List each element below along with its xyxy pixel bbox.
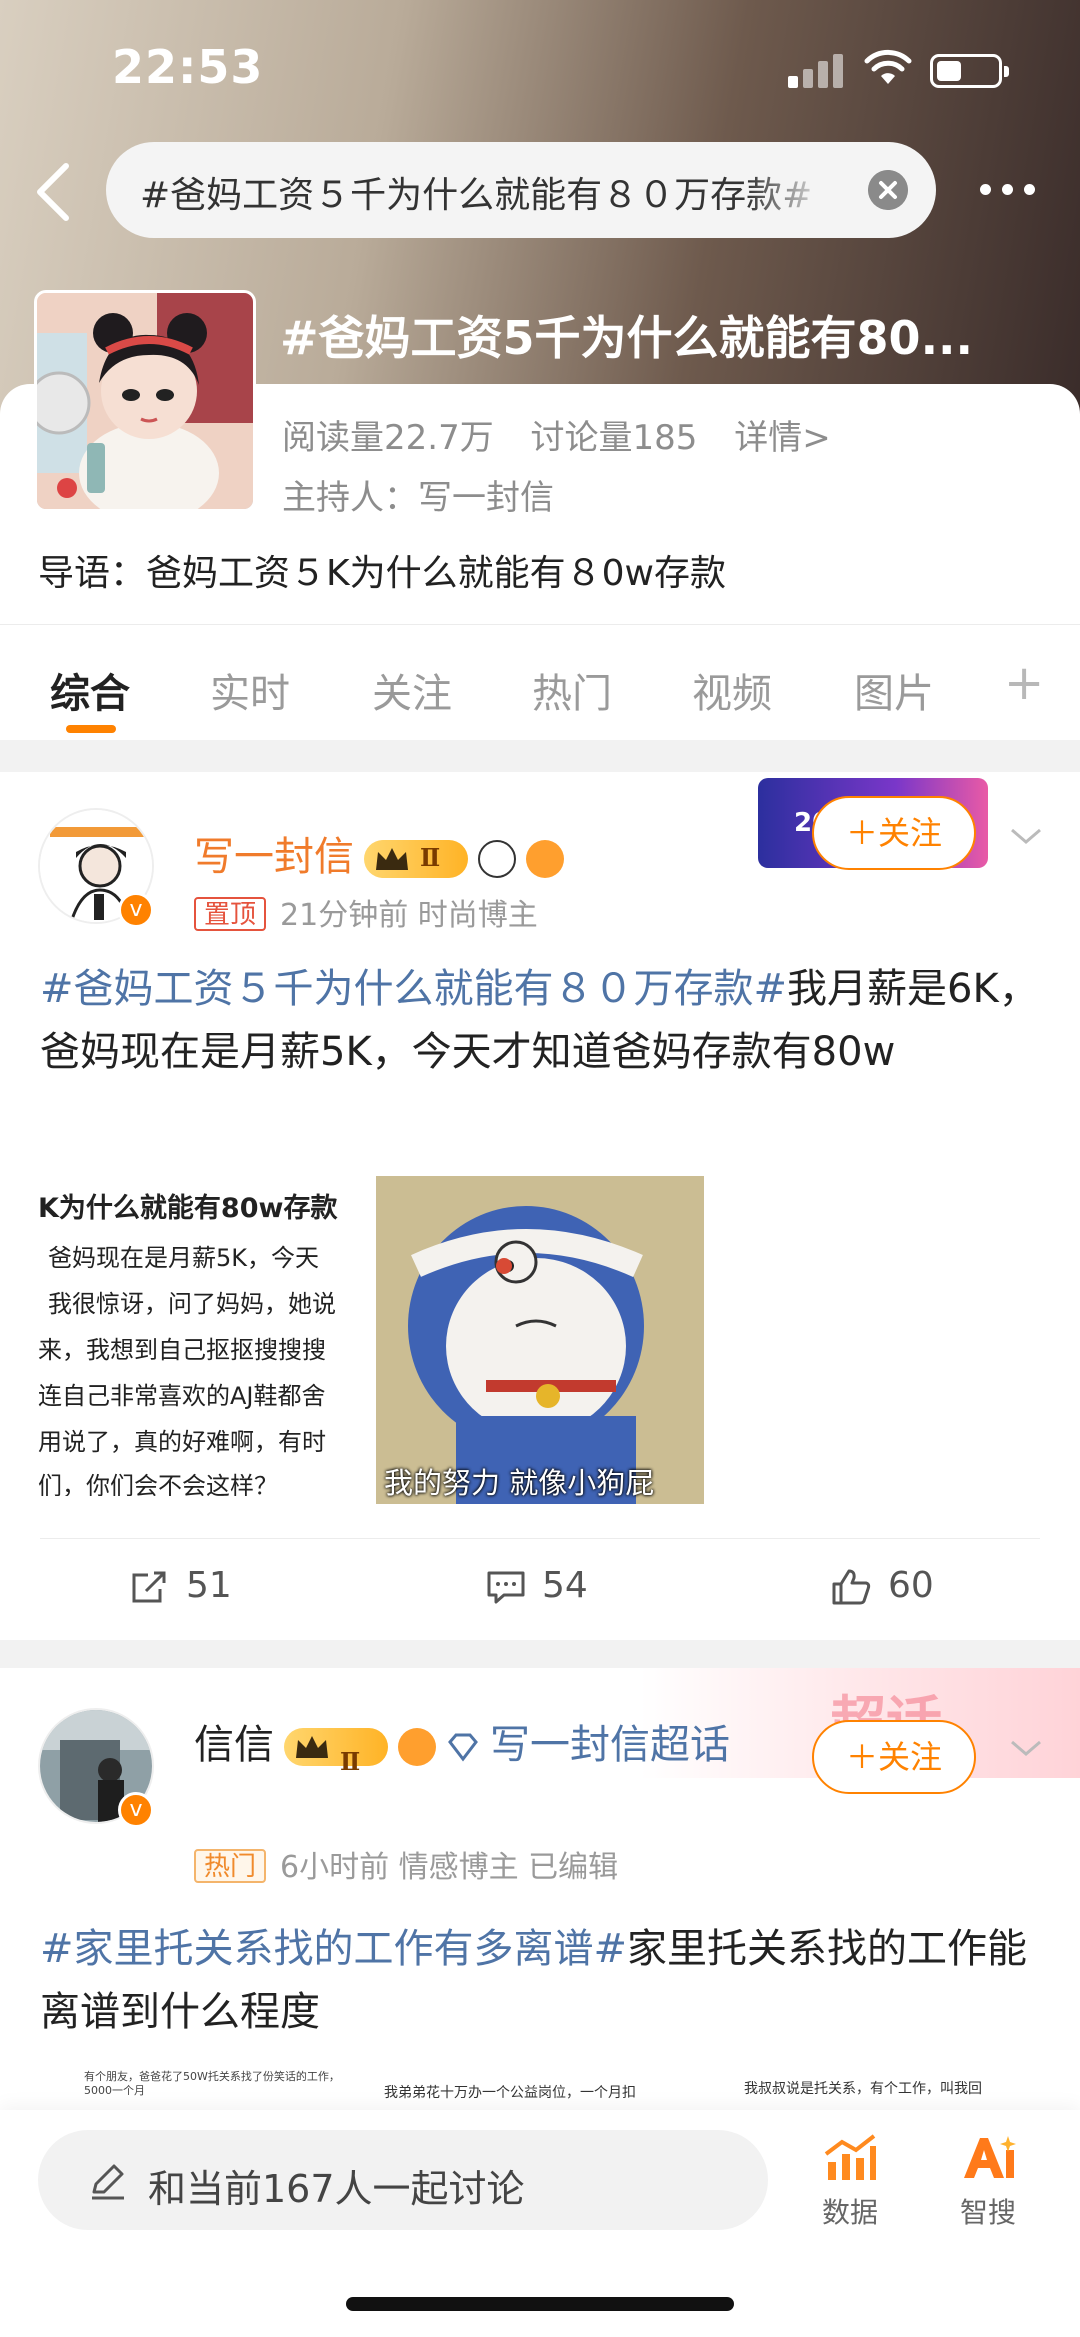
chevron-down-icon[interactable] <box>1008 824 1044 848</box>
tab-bar: 综合 实时 关注 热门 视频 图片 + <box>0 624 1080 740</box>
tab-hot[interactable]: 热门 <box>532 661 612 719</box>
add-tab-icon[interactable]: + <box>1004 655 1044 711</box>
more-options-button[interactable] <box>980 170 1044 210</box>
post-card[interactable]: v 写一封信Ⅱ 置顶21分钟前 时尚博主 2022 ＋关注 #爸妈工资５千为什么… <box>0 772 1080 1640</box>
diamond-icon <box>448 1733 478 1762</box>
cellular-signal-icon <box>788 52 844 88</box>
image-text-line: 来，我想到自己抠抠搜搜搜 <box>38 1336 326 1364</box>
username-text: 信信 <box>194 1722 274 1768</box>
hot-tag: 热门 <box>194 1849 267 1883</box>
back-button[interactable] <box>28 160 78 224</box>
post-image-meme[interactable]: 我的努力 就像小狗屁 <box>376 1176 704 1504</box>
discussion-count: 讨论量185 <box>530 418 698 458</box>
smart-search-button[interactable]: 智搜 <box>938 2132 1038 2231</box>
username-text: 写一封信 <box>194 834 354 880</box>
bar-chart-icon <box>824 2134 876 2180</box>
preview-snippet: 我弟弟花十万办一个公益岗位，一个月扣 <box>384 2085 636 2101</box>
cover-illustration <box>37 293 253 509</box>
preview-snippet: 有个朋友，爸爸花了50W托关系找了份笑话的工作，5000一个月 <box>84 2070 340 2097</box>
repost-count: 51 <box>186 1565 232 1606</box>
post-body[interactable]: #家里托关系找的工作有多离谱#家里托关系找的工作能离谱到什么程度 <box>40 1918 1040 2044</box>
verified-badge-icon: v <box>118 1792 154 1828</box>
home-indicator[interactable] <box>346 2297 734 2311</box>
fish-icon <box>526 840 564 878</box>
preview-snippet: 我叔叔说是托关系，有个工作，叫我回 <box>744 2081 982 2097</box>
like-icon <box>832 1569 871 1605</box>
post-time-category: 21分钟前 时尚博主 <box>280 898 538 933</box>
image-text-line: K为什么就能有80w存款 <box>38 1193 338 1224</box>
post-image-text-screenshot[interactable]: K为什么就能有80w存款 爸妈现在是月薪5K，今天 我很惊讶，问了妈妈，她说 来… <box>38 1176 366 1496</box>
smart-search-label: 智搜 <box>959 2196 1016 2229</box>
post-hashtag-link[interactable]: #爸妈工资５千为什么就能有８０万存款# <box>40 966 787 1012</box>
follow-button[interactable]: ＋关注 <box>812 1720 976 1794</box>
topic-title: #爸妈工资5千为什么就能有80... <box>280 311 973 365</box>
post-time-category: 6小时前 情感博主 已编辑 <box>280 1850 619 1885</box>
tab-video[interactable]: 视频 <box>692 661 772 719</box>
image-text-line: 用说了，真的好难啊，有时 <box>38 1428 326 1456</box>
post-actions: 51 54 60 <box>40 1538 1040 1638</box>
post-hashtag-link[interactable]: #家里托关系找的工作有多离谱# <box>40 1926 627 1972</box>
details-link[interactable]: 详情> <box>734 418 831 458</box>
tab-images[interactable]: 图片 <box>854 661 934 719</box>
image-text-line: 爸妈现在是月薪5K，今天 <box>48 1244 320 1272</box>
fish-icon <box>398 1728 436 1766</box>
post-username[interactable]: 信信 Ⅱ 写一封信超话 <box>194 1714 754 1776</box>
follow-button[interactable]: ＋关注 <box>812 796 976 870</box>
comment-count: 54 <box>542 1565 588 1606</box>
like-count: 60 <box>888 1565 934 1606</box>
vip-level-badge-icon: Ⅱ <box>284 1728 388 1776</box>
image-text-line: 我很惊讶，问了妈妈，她说 <box>48 1290 336 1318</box>
screen: 22:53 #爸妈工资５千为什么就能有８０万存款# #爸妈工资5千为什么就能有8… <box>0 0 1080 2337</box>
topic-stats: 阅读量22.7万 讨论量185 详情> <box>282 410 857 459</box>
tab-realtime[interactable]: 实时 <box>210 661 290 719</box>
pinned-tag: 置顶 <box>194 897 267 931</box>
pencil-icon <box>92 2164 124 2200</box>
data-label: 数据 <box>821 2196 878 2229</box>
wifi-icon <box>864 49 912 84</box>
post-meta: 热门 6小时前 情感博主 已编辑 <box>194 1842 618 1886</box>
status-time: 22:53 <box>112 40 264 94</box>
battery-icon <box>930 54 1009 88</box>
post-card[interactable]: 超话 v 信信Ⅱ写一封信超话 热门6小时前 情感博主 已编辑 ＋关注 #家里托关… <box>0 1668 1080 2128</box>
vip-level-badge-icon: Ⅱ <box>364 840 468 878</box>
image-text-line: 们，你们会不会这样？ <box>38 1472 278 1496</box>
chevron-down-icon[interactable] <box>1008 1736 1044 1760</box>
post-body[interactable]: #爸妈工资５千为什么就能有８０万存款#我月薪是6K，爸妈现在是月薪5K，今天才知… <box>40 958 1040 1084</box>
super-topic-link[interactable]: 写一封信超话 <box>490 1722 730 1768</box>
active-tab-indicator <box>66 725 116 733</box>
search-input[interactable]: #爸妈工资５千为什么就能有８０万存款# <box>106 142 936 238</box>
discussion-placeholder: 和当前167人一起讨论 <box>148 2167 525 2211</box>
topic-host[interactable]: 主持人：写一封信 <box>282 470 554 519</box>
discussion-input[interactable]: 和当前167人一起讨论 <box>38 2130 768 2230</box>
doraemon-illustration <box>376 1176 704 1504</box>
search-query-text: #爸妈工资５千为什么就能有８０万存款# <box>140 175 813 216</box>
read-count: 阅读量22.7万 <box>282 418 494 458</box>
like-button[interactable]: 60 <box>830 1565 934 1606</box>
verified-badge-icon: v <box>118 892 154 928</box>
comment-icon <box>487 1571 525 1604</box>
topic-cover-image[interactable] <box>34 290 256 512</box>
image-text-line: 连自己非常喜欢的AJ鞋都舍 <box>38 1382 326 1410</box>
tab-following[interactable]: 关注 <box>372 661 452 719</box>
ai-search-icon <box>964 2136 1016 2178</box>
post-meta: 置顶 21分钟前 时尚博主 <box>194 890 538 934</box>
data-button[interactable]: 数据 <box>800 2132 900 2231</box>
post-username[interactable]: 写一封信 Ⅱ <box>194 824 564 882</box>
meme-caption: 我的努力 就像小狗屁 <box>384 1466 655 1500</box>
repost-icon <box>132 1571 166 1603</box>
repost-button[interactable]: 51 <box>130 1565 232 1606</box>
status-bar: 22:53 <box>0 0 1080 130</box>
comment-button[interactable]: 54 <box>486 1565 588 1606</box>
panda-icon <box>478 840 516 878</box>
tab-comprehensive[interactable]: 综合 <box>50 661 130 719</box>
topic-intro: 导语：爸妈工资５K为什么就能有８0w存款 <box>38 553 726 594</box>
clear-search-button[interactable] <box>868 170 908 210</box>
